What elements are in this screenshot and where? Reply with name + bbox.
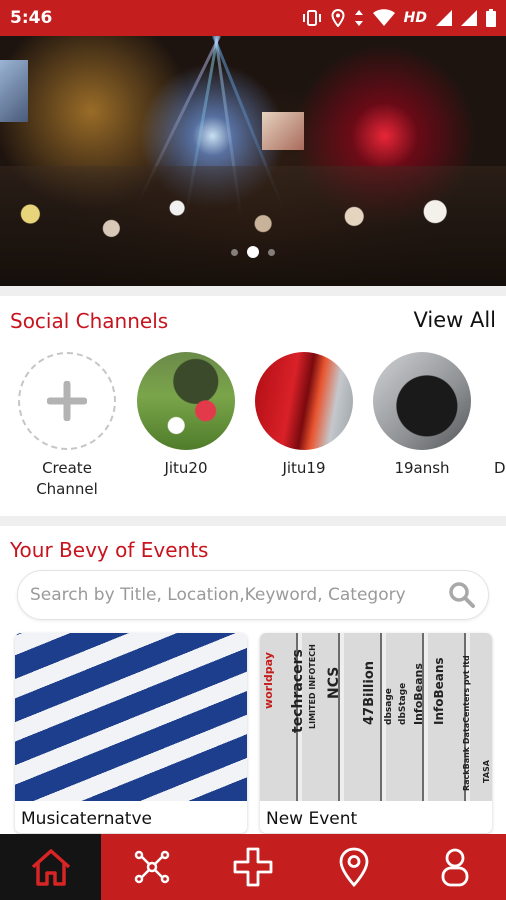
vibrate-icon [302, 10, 321, 26]
profile-icon [442, 848, 469, 887]
event-title: New Event [266, 809, 358, 829]
event-card-list[interactable]: Musicaternatve worldpay techracers LIMIT… [0, 633, 506, 833]
status-bar: 5:46 HD [0, 0, 506, 36]
carousel-dot[interactable] [231, 248, 238, 256]
channel-name: D [494, 459, 506, 477]
nav-home[interactable] [0, 834, 102, 900]
nav-add[interactable] [202, 834, 303, 900]
event-crowd [0, 166, 506, 286]
channel-name: Jitu20 [164, 459, 208, 477]
location-icon [331, 9, 345, 27]
create-channel-button[interactable] [18, 352, 116, 450]
hero-banner-carousel[interactable] [0, 36, 506, 286]
wifi-icon [372, 9, 395, 26]
event-title: Musicaternatve [21, 809, 152, 829]
status-icons: HD [302, 9, 496, 27]
event-screen [0, 60, 28, 122]
social-channels-title: Social Channels [10, 309, 169, 333]
status-time: 5:46 [10, 8, 53, 28]
events-title: Your Bevy of Events [10, 538, 209, 562]
channel-item[interactable]: 19ansh [372, 352, 472, 479]
event-search-input[interactable] [30, 585, 448, 605]
channel-item[interactable]: Jitu19 [254, 352, 354, 479]
location-pin-icon [339, 847, 369, 888]
nav-network[interactable] [101, 834, 202, 900]
nav-location[interactable] [304, 834, 405, 900]
add-icon [233, 847, 273, 887]
network-icon [134, 850, 170, 884]
network-type-label: HD [403, 10, 427, 26]
channel-list[interactable]: Create Channel Jitu20 Jitu19 19ansh D [0, 352, 506, 512]
view-all-link[interactable]: View All [413, 308, 496, 332]
channel-name: Jitu19 [282, 459, 326, 477]
event-card[interactable]: worldpay techracers LIMITED INFOTECH NCS… [260, 633, 492, 833]
nav-profile[interactable] [405, 834, 506, 900]
event-search-bar[interactable] [17, 570, 489, 620]
carousel-dot-active[interactable] [247, 246, 259, 258]
plus-icon [47, 381, 87, 421]
social-channels-section: Social Channels View All Create Channel … [0, 296, 506, 516]
event-card[interactable]: Musicaternatve [15, 633, 247, 833]
event-image[interactable]: worldpay techracers LIMITED INFOTECH NCS… [260, 633, 492, 801]
search-icon[interactable] [448, 581, 476, 609]
channel-avatar[interactable] [255, 352, 353, 450]
create-channel-item[interactable]: Create Channel [17, 352, 117, 500]
battery-icon [486, 9, 496, 27]
channel-avatar[interactable] [137, 352, 235, 450]
carousel-indicator [0, 246, 506, 258]
channel-item[interactable]: D [490, 352, 506, 479]
channel-avatar[interactable] [373, 352, 471, 450]
bottom-navigation [0, 834, 506, 900]
signal-icon [461, 10, 477, 26]
home-icon [31, 849, 70, 886]
events-section: Your Bevy of Events Musicaternatve world… [0, 526, 506, 836]
create-channel-label: Create Channel [36, 459, 98, 498]
data-arrows-icon [354, 10, 363, 26]
event-screen [262, 112, 304, 150]
channel-item[interactable]: Jitu20 [136, 352, 236, 479]
signal-icon [436, 10, 452, 26]
channel-name: 19ansh [394, 459, 450, 477]
channel-avatar[interactable] [490, 352, 506, 450]
carousel-dot[interactable] [268, 248, 275, 256]
event-image[interactable] [15, 633, 247, 801]
